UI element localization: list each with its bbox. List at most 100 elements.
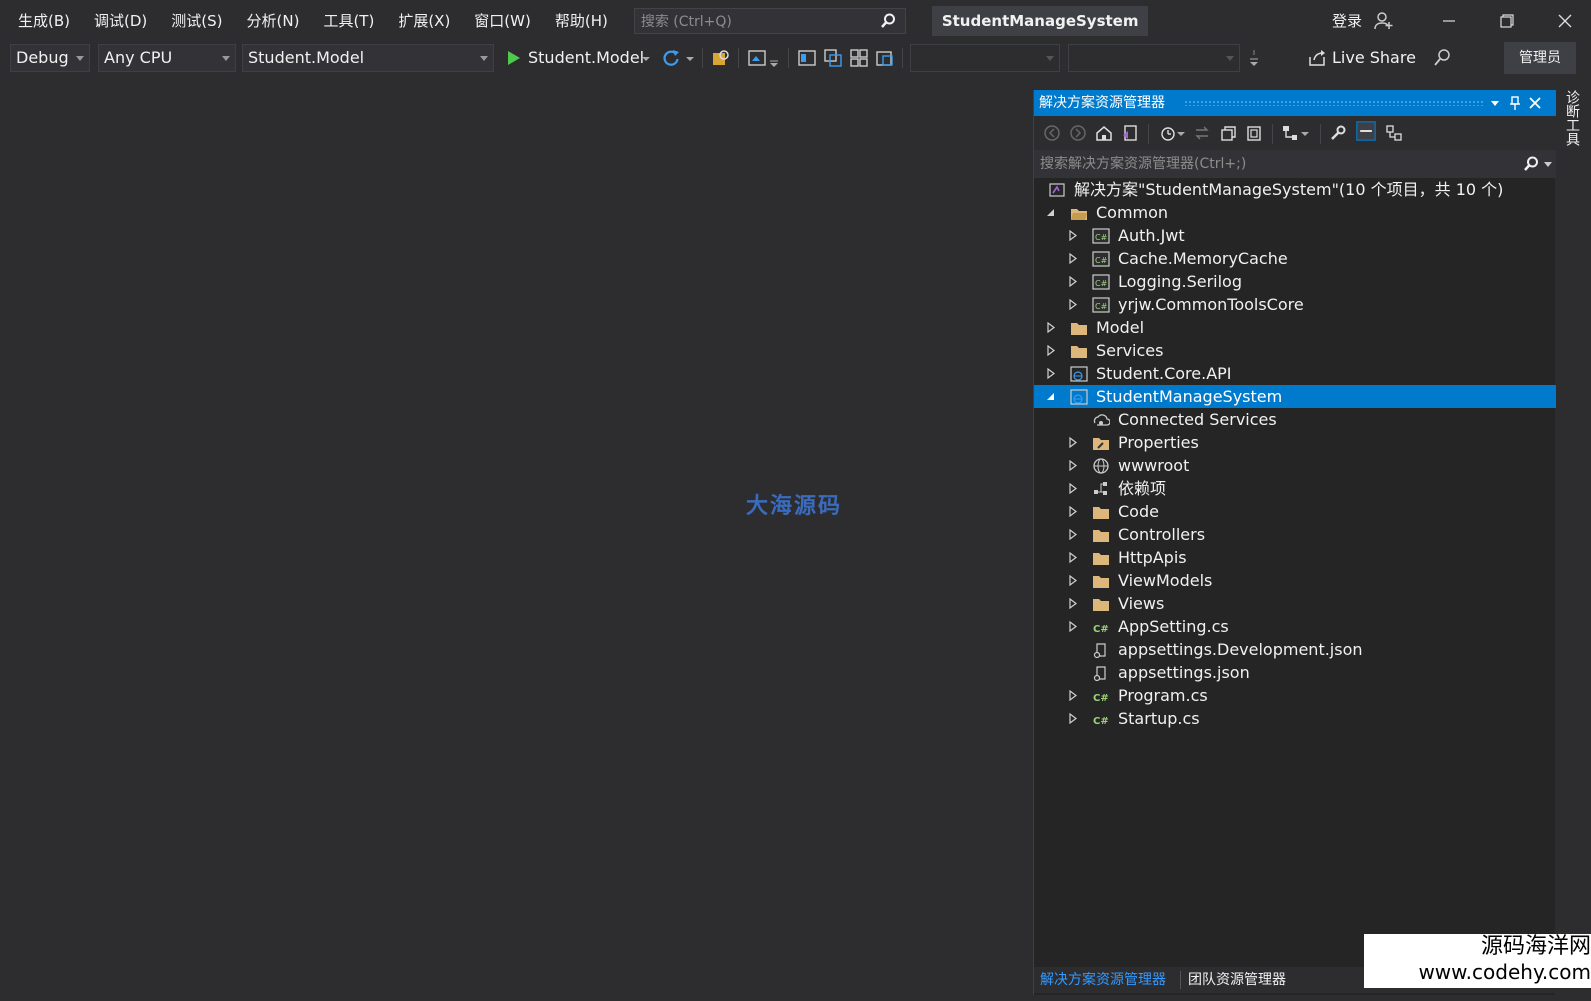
browser-link-icon[interactable] (746, 47, 768, 69)
home-icon[interactable] (1094, 123, 1114, 143)
class-diagram-icon[interactable] (1384, 123, 1404, 143)
login-link[interactable]: 登录 (1332, 0, 1362, 42)
menu-build[interactable]: 生成(B) (0, 7, 82, 35)
collapsed-arrow-icon[interactable] (1068, 506, 1078, 517)
refresh-dropdown-icon[interactable] (684, 47, 696, 69)
tree-item[interactable]: C# AppSetting.cs (1034, 615, 1556, 638)
bookmark-icon[interactable] (874, 47, 896, 69)
tree-item[interactable]: 依赖项 (1034, 477, 1556, 500)
tree-item[interactable]: Student.Core.API (1034, 362, 1556, 385)
toolbar-overflow-icon[interactable] (1248, 47, 1260, 69)
disabled-dropdown-1[interactable] (910, 44, 1060, 72)
menu-window[interactable]: 窗口(W) (462, 7, 543, 35)
run-dropdown-icon[interactable] (640, 47, 652, 69)
tree-item[interactable]: HttpApis (1034, 546, 1556, 569)
tree-item[interactable]: Services (1034, 339, 1556, 362)
play-icon[interactable] (503, 47, 525, 69)
collapsed-arrow-icon[interactable] (1046, 368, 1056, 379)
collapsed-arrow-icon[interactable] (1068, 276, 1078, 287)
collapsed-arrow-icon[interactable] (1046, 322, 1056, 333)
filter-icon[interactable] (1280, 123, 1300, 143)
collapsed-arrow-icon[interactable] (1046, 345, 1056, 356)
properties-wrench-icon[interactable] (1328, 123, 1348, 143)
filter-dropdown-icon[interactable] (1300, 123, 1310, 143)
pending-dropdown-icon[interactable] (1176, 123, 1186, 143)
collapsed-arrow-icon[interactable] (1068, 575, 1078, 586)
menu-tools[interactable]: 工具(T) (311, 7, 386, 35)
expanded-arrow-icon[interactable] (1046, 391, 1056, 402)
menu-extensions[interactable]: 扩展(X) (386, 7, 462, 35)
tree-item[interactable]: ViewModels (1034, 569, 1556, 592)
tree-item[interactable]: 解决方案"StudentManageSystem"(10 个项目，共 10 个) (1034, 178, 1556, 201)
search-options-icon[interactable] (1544, 162, 1552, 167)
search-input[interactable]: 搜索 (Ctrl+Q) (633, 8, 906, 34)
tree-item[interactable]: wwwroot (1034, 454, 1556, 477)
tree-item[interactable]: C# Auth.Jwt (1034, 224, 1556, 247)
back-icon[interactable] (1042, 123, 1062, 143)
tree-item[interactable]: Model (1034, 316, 1556, 339)
collapsed-arrow-icon[interactable] (1068, 299, 1078, 310)
tree-item[interactable]: Controllers (1034, 523, 1556, 546)
menu-debug[interactable]: 调试(D) (82, 7, 159, 35)
switch-views-icon[interactable] (1120, 123, 1140, 143)
forward-icon[interactable] (1068, 123, 1088, 143)
startup-project-dropdown[interactable]: Student.Model (242, 44, 494, 72)
disabled-dropdown-2[interactable] (1068, 44, 1240, 72)
tab-team-explorer[interactable]: 团队资源管理器 (1188, 967, 1286, 993)
config-dropdown[interactable]: Debug (10, 44, 90, 72)
collapsed-arrow-icon[interactable] (1068, 598, 1078, 609)
pin-icon[interactable] (1506, 94, 1524, 112)
expanded-arrow-icon[interactable] (1046, 207, 1056, 218)
preview-selected-icon[interactable] (1354, 121, 1378, 141)
collapsed-arrow-icon[interactable] (1068, 621, 1078, 632)
live-share-icon[interactable] (1306, 47, 1328, 69)
tree-item[interactable]: C# Startup.cs (1034, 707, 1556, 730)
tree-item[interactable]: appsettings.Development.json (1034, 638, 1556, 661)
tab-solution-explorer[interactable]: 解决方案资源管理器 (1040, 967, 1166, 993)
user-icon[interactable] (1374, 11, 1394, 31)
show-all-files-icon[interactable] (1244, 123, 1264, 143)
collapsed-arrow-icon[interactable] (1068, 253, 1078, 264)
feedback-icon[interactable] (1432, 47, 1454, 69)
collapsed-arrow-icon[interactable] (1068, 483, 1078, 494)
window-icon[interactable] (822, 47, 844, 69)
menu-test[interactable]: 测试(S) (159, 7, 234, 35)
collapsed-arrow-icon[interactable] (1068, 437, 1078, 448)
menu-analyze[interactable]: 分析(N) (235, 7, 312, 35)
tree-item[interactable]: StudentManageSystem (1034, 385, 1556, 408)
tree-item[interactable]: Connected Services (1034, 408, 1556, 431)
collapsed-arrow-icon[interactable] (1068, 690, 1078, 701)
layout-icon[interactable] (796, 47, 818, 69)
tree-item[interactable]: C# Cache.MemoryCache (1034, 247, 1556, 270)
sync-icon[interactable] (1192, 123, 1212, 143)
run-button[interactable]: Student.Model (528, 44, 644, 72)
chevron-down-icon[interactable] (1486, 94, 1504, 112)
collapsed-arrow-icon[interactable] (1068, 460, 1078, 471)
pending-changes-icon[interactable] (1158, 123, 1178, 143)
solution-search-input[interactable]: 搜索解决方案资源管理器(Ctrl+;) (1034, 150, 1556, 178)
menu-help[interactable]: 帮助(H) (543, 7, 620, 35)
platform-dropdown[interactable]: Any CPU (98, 44, 236, 72)
live-share-button[interactable]: Live Share (1332, 44, 1416, 72)
collapse-all-icon[interactable] (1218, 123, 1238, 143)
tree-item[interactable]: C# Program.cs (1034, 684, 1556, 707)
tree-item[interactable]: Properties (1034, 431, 1556, 454)
collapsed-arrow-icon[interactable] (1068, 713, 1078, 724)
collapsed-arrow-icon[interactable] (1068, 552, 1078, 563)
close-icon[interactable] (1552, 8, 1578, 34)
tree-item[interactable]: C# yrjw.CommonToolsCore (1034, 293, 1556, 316)
tree-item[interactable]: C# Logging.Serilog (1034, 270, 1556, 293)
find-files-icon[interactable] (710, 47, 732, 69)
browser-dropdown-icon[interactable] (768, 47, 780, 69)
tree-item[interactable]: Code (1034, 500, 1556, 523)
tree-item[interactable]: appsettings.json (1034, 661, 1556, 684)
tree-item[interactable]: Views (1034, 592, 1556, 615)
collapsed-arrow-icon[interactable] (1068, 529, 1078, 540)
refresh-icon[interactable] (660, 47, 682, 69)
collapsed-arrow-icon[interactable] (1068, 230, 1078, 241)
diagnostic-tools-tab[interactable]: 诊断工具 (1562, 90, 1582, 146)
minimize-icon[interactable] (1436, 8, 1462, 34)
tree-item[interactable]: Common (1034, 201, 1556, 224)
grid-icon[interactable] (848, 47, 870, 69)
close-panel-icon[interactable] (1526, 94, 1544, 112)
